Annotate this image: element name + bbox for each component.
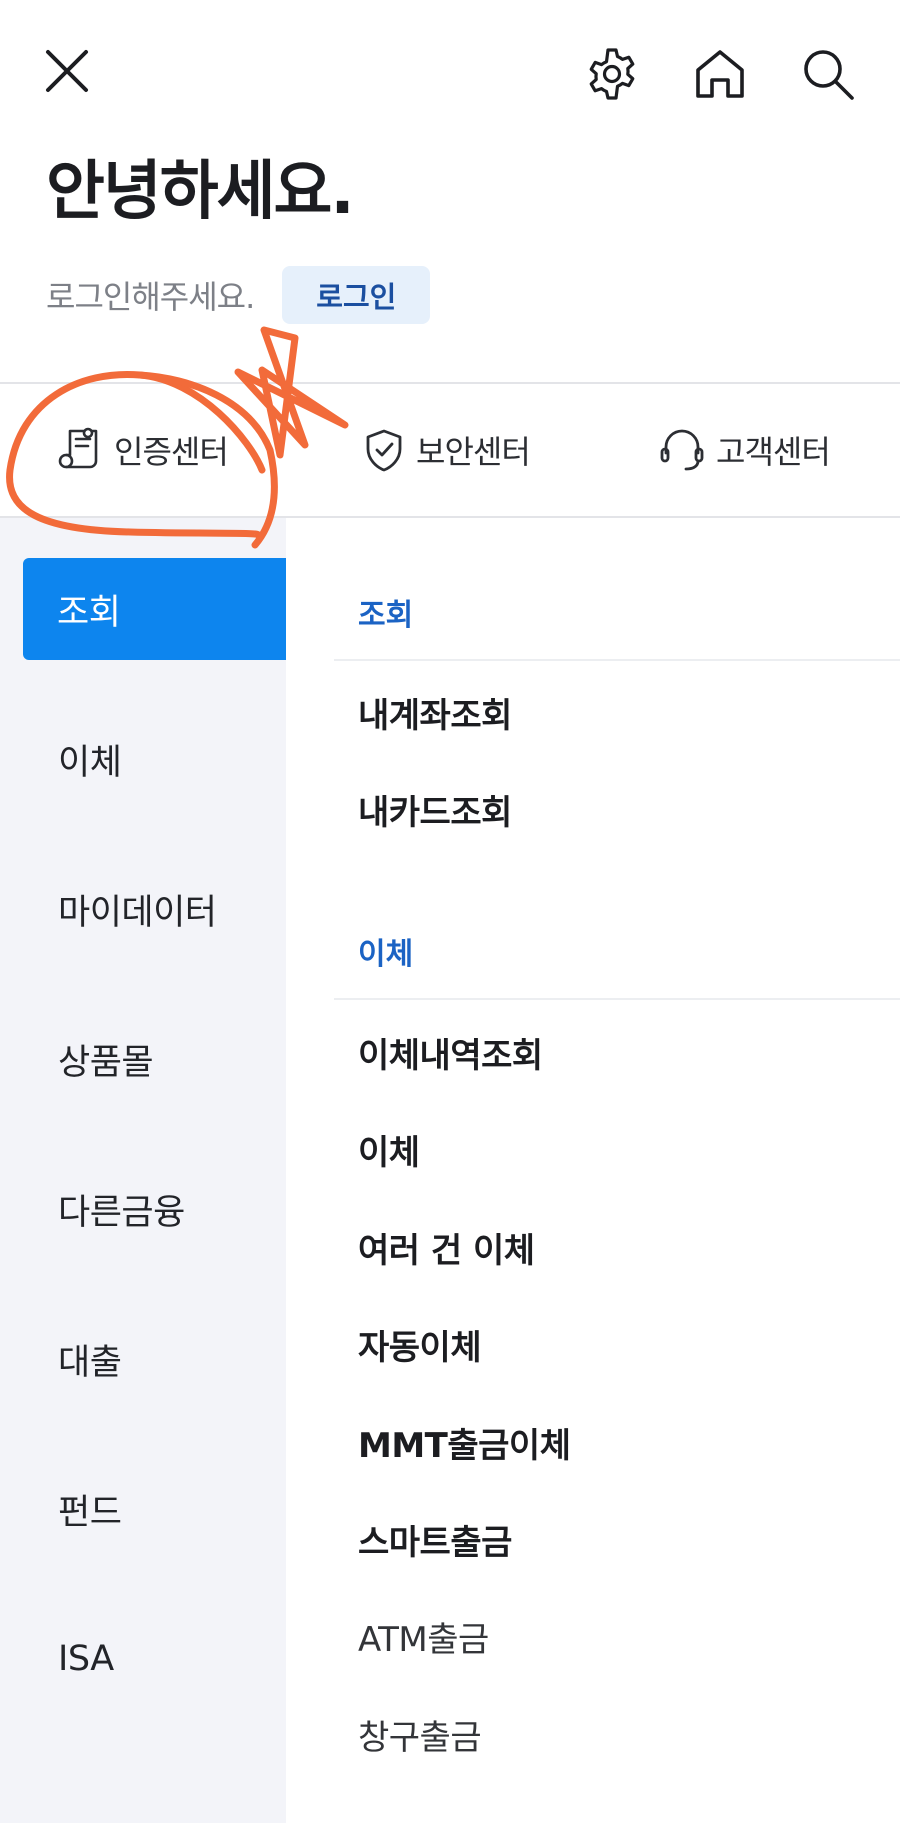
menu-item-my-card[interactable]: 내카드조회: [358, 785, 512, 834]
menu-item-my-account[interactable]: 내계좌조회: [358, 688, 512, 737]
certification-center-label: 인증센터: [114, 433, 229, 471]
gear-icon: [589, 48, 635, 100]
headset-icon: [660, 429, 704, 471]
search-button[interactable]: [796, 42, 860, 106]
menu-item-auto-transfer[interactable]: 자동이체: [358, 1320, 482, 1369]
category-sidebar: 조회 이체 마이데이터 상품몰 다른금융 대출 펀드 ISA: [0, 518, 309, 1823]
shield-check-icon: [366, 429, 402, 472]
section-title-transfer: 이체: [358, 937, 414, 972]
login-button[interactable]: 로그인: [282, 266, 431, 324]
greeting-title: 안녕하세요.: [46, 155, 355, 229]
home-button[interactable]: [688, 42, 752, 106]
menu-item-smart-withdrawal[interactable]: 스마트출금: [358, 1515, 512, 1564]
login-prompt: 로그인해주세요.: [46, 278, 255, 316]
security-center-button[interactable]: 보안센터: [362, 384, 531, 516]
menu-item-transfer[interactable]: 이체: [358, 1125, 420, 1174]
section-divider: [334, 998, 900, 1000]
security-center-label: 보안센터: [416, 433, 531, 471]
customer-center-button[interactable]: 고객센터: [658, 384, 831, 516]
search-icon: [804, 50, 854, 100]
section-title-inquiry: 조회: [358, 598, 414, 633]
certification-center-button[interactable]: 인증센터: [58, 384, 229, 516]
all-menu-screen: 안녕하세요. 로그인해주세요. 로그인 인증센터 보안센터 고객센터 조회 이체…: [0, 0, 900, 1823]
sidebar-item-mydata[interactable]: 마이데이터: [24, 858, 310, 960]
sidebar-item-product-mall[interactable]: 상품몰: [24, 1008, 310, 1110]
sidebar-item-inquiry[interactable]: 조회: [23, 558, 309, 660]
menu-item-transfer-history[interactable]: 이체내역조회: [358, 1028, 543, 1077]
center-shortcuts: 인증센터 보안센터 고객센터: [0, 382, 900, 518]
menu-item-counter-withdrawal[interactable]: 창구출금: [358, 1710, 482, 1759]
home-icon: [696, 50, 744, 98]
menu-item-multi-transfer[interactable]: 여러 건 이체: [358, 1223, 535, 1272]
certificate-icon: [58, 427, 98, 469]
top-bar: [0, 0, 900, 145]
close-button[interactable]: [36, 40, 98, 102]
menu-item-mmt-withdrawal[interactable]: MMT출금이체: [358, 1418, 571, 1467]
sidebar-item-other-finance[interactable]: 다른금융: [24, 1158, 310, 1260]
sidebar-item-transfer[interactable]: 이체: [24, 708, 310, 810]
sidebar-item-loan[interactable]: 대출: [24, 1308, 310, 1410]
menu-item-atm-withdrawal[interactable]: ATM출금: [358, 1612, 489, 1661]
section-divider: [334, 659, 900, 661]
settings-button[interactable]: [580, 42, 644, 106]
close-icon: [46, 50, 88, 92]
sidebar-item-isa[interactable]: ISA: [24, 1608, 310, 1710]
menu-content: 조회 내계좌조회 내카드조회 이체 이체내역조회 이체 여러 건 이체 자동이체…: [286, 518, 900, 1823]
sidebar-item-fund[interactable]: 펀드: [24, 1458, 310, 1560]
login-row: 로그인해주세요. 로그인: [46, 266, 431, 324]
customer-center-label: 고객센터: [716, 433, 831, 471]
